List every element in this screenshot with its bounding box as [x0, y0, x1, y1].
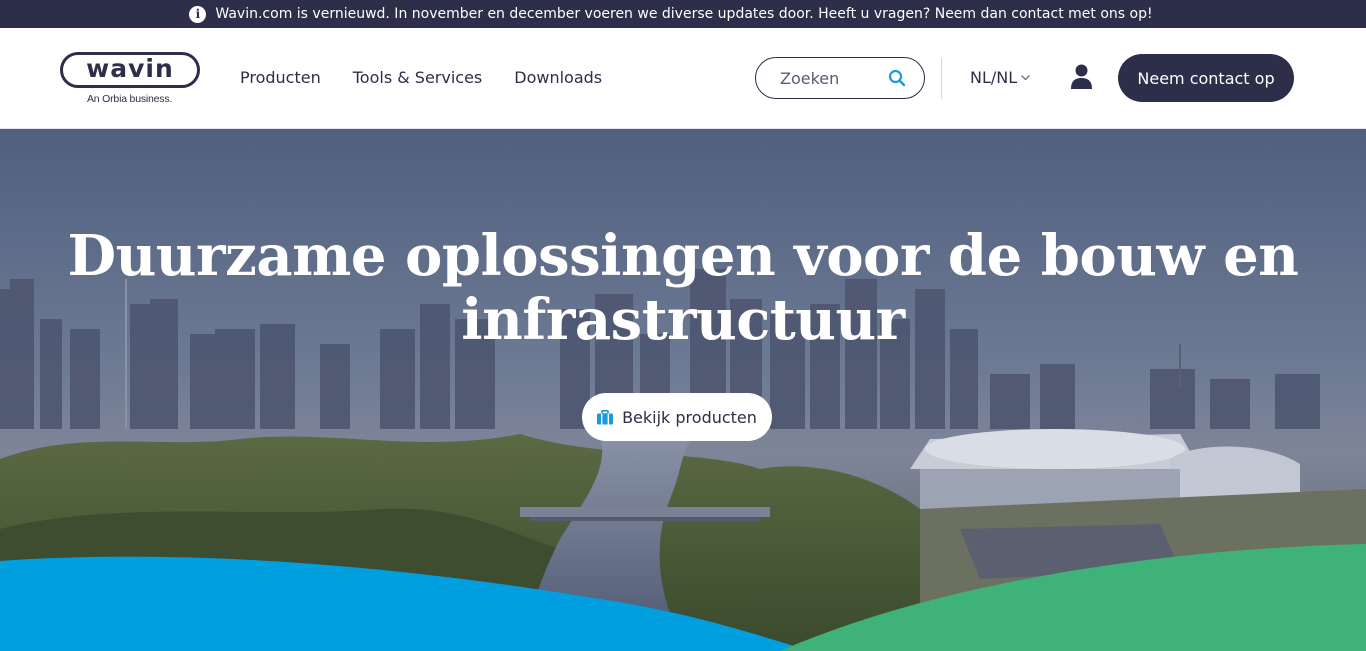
contact-button[interactable]: Neem contact op — [1118, 54, 1294, 102]
nav-item-downloads[interactable]: Downloads — [514, 68, 602, 87]
user-icon[interactable] — [1070, 64, 1093, 90]
wavin-logo[interactable]: wavin An Orbia business. — [60, 52, 202, 108]
main-nav: Producten Tools & Services Downloads — [240, 68, 602, 87]
site-header: wavin An Orbia business. Producten Tools… — [0, 28, 1366, 129]
language-selector[interactable]: NL/NL — [970, 68, 1031, 87]
logo-pill: wavin — [60, 52, 200, 88]
header-divider — [941, 58, 942, 99]
chevron-down-icon — [1021, 74, 1031, 80]
search-input[interactable] — [780, 68, 880, 88]
search-icon[interactable] — [888, 69, 906, 87]
logo-wordmark: wavin — [86, 54, 174, 83]
logo-tagline: An Orbia business. — [87, 93, 173, 105]
nav-item-producten[interactable]: Producten — [240, 68, 321, 87]
announcement-text: Wavin.com is vernieuwd. In november en d… — [215, 6, 1153, 22]
info-icon: i — [189, 5, 207, 23]
search-box — [755, 57, 925, 99]
language-label: NL/NL — [970, 68, 1018, 87]
decorative-waves — [0, 544, 1366, 651]
hero-section: Duurzame oplossingen voor de bouw en inf… — [0, 129, 1366, 651]
nav-item-tools-services[interactable]: Tools & Services — [353, 68, 483, 87]
announcement-bar: i Wavin.com is vernieuwd. In november en… — [0, 0, 1366, 28]
